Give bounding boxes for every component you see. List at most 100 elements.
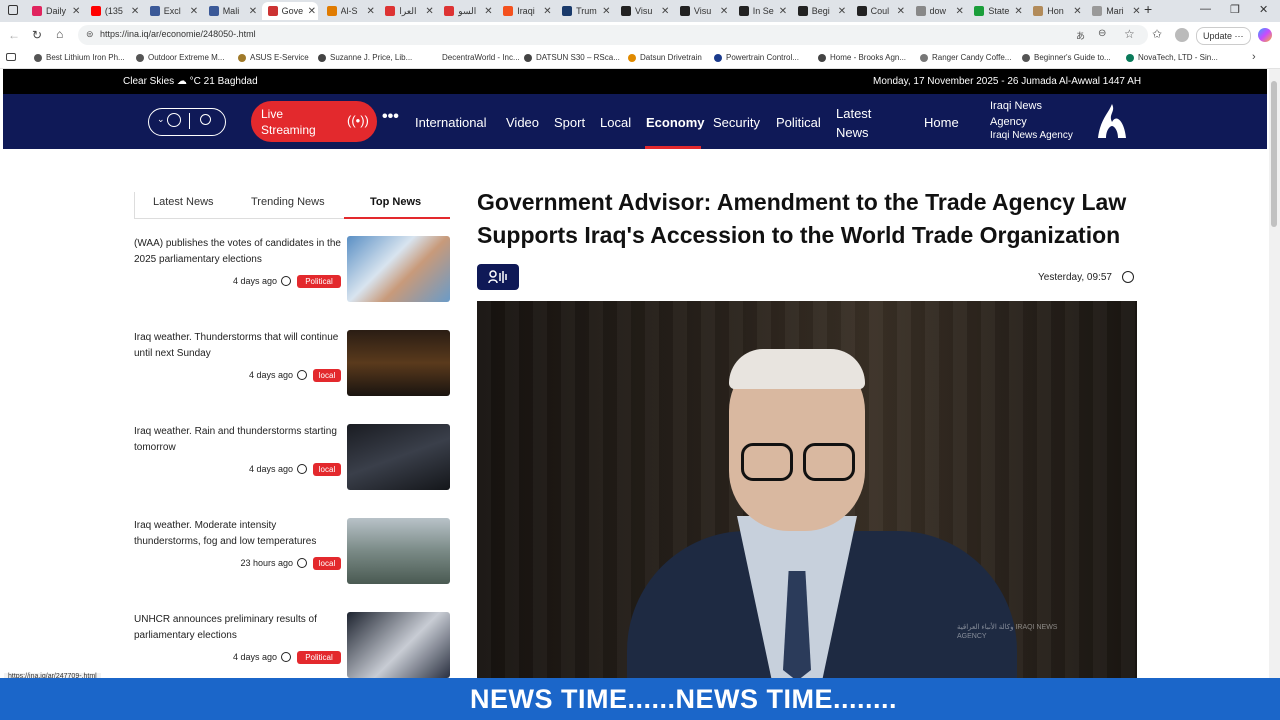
sidebar-item-title[interactable]: Iraq weather. Thunderstorms that will co… [134,330,344,362]
sidebar-item-title[interactable]: (WAA) publishes the votes of candidates … [134,236,344,268]
tab-close-icon[interactable]: ✕ [1132,6,1140,17]
more-menu-icon[interactable]: ••• [382,108,399,126]
bookmarks-menu-icon[interactable] [6,53,16,61]
chevron-down-icon[interactable]: ⌄ [157,114,165,125]
tab-close-icon[interactable]: ✕ [720,6,728,17]
search-language-pill[interactable]: ⌄ [148,108,226,136]
url-text[interactable]: https://ina.iq/ar/economie/248050-.html [100,29,256,39]
tab-close-icon[interactable]: ✕ [838,6,846,17]
nav-video[interactable]: Video [506,115,539,130]
category-badge[interactable]: local [313,557,341,570]
nav-economy[interactable]: Economy [646,115,705,130]
bookmark-item[interactable]: NovaTech, LTD - Sin... [1126,53,1218,62]
reader-icon[interactable]: ⊖ [1098,28,1106,39]
tab-close-icon[interactable]: ✕ [249,6,257,17]
site-logo[interactable] [1094,102,1130,142]
sidebar-item-thumbnail[interactable] [347,612,450,678]
browser-tab[interactable]: Trum ✕ [556,2,613,20]
tab-close-icon[interactable]: ✕ [190,6,198,17]
browser-tab[interactable]: State ✕ [968,2,1025,20]
browser-tab[interactable]: Gove ✕ [261,2,319,20]
category-badge[interactable]: local [313,463,341,476]
browser-tab[interactable]: Visu ✕ [615,2,672,20]
browser-tab[interactable]: (135 ✕ [85,2,142,20]
category-badge[interactable]: Political [297,275,341,288]
home-icon[interactable]: ⌂ [56,27,63,41]
bookmark-item[interactable]: Outdoor Extreme M... [136,53,224,62]
browser-tab[interactable]: Coul ✕ [851,2,908,20]
tab-close-icon[interactable]: ✕ [484,6,492,17]
nav-local[interactable]: Local [600,115,631,130]
browser-tab[interactable]: Visu ✕ [674,2,731,20]
browser-tab[interactable]: العرا ✕ [379,2,436,20]
nav-security[interactable]: Security [713,115,760,130]
tab-close-icon[interactable]: ✕ [367,6,375,17]
sidebar-item-title[interactable]: Iraq weather. Rain and thunderstorms sta… [134,424,344,456]
browser-tab[interactable]: In Se ✕ [733,2,790,20]
live-streaming-button[interactable]: Live Streaming ((•)) [251,101,377,142]
listen-button[interactable] [477,264,519,290]
site-info-icon[interactable]: ⊜ [86,29,94,40]
tab-close-icon[interactable]: ✕ [308,6,316,17]
bookmarks-overflow-icon[interactable]: › [1252,51,1256,63]
browser-tab[interactable]: Hon ✕ [1027,2,1084,20]
tab-close-icon[interactable]: ✕ [1073,6,1081,17]
copilot-icon[interactable] [1258,28,1272,42]
bookmark-item[interactable]: Ranger Candy Coffe... [920,53,1011,62]
sidebar-item-thumbnail[interactable] [347,330,450,396]
update-button[interactable]: Update ⋯ [1196,27,1251,45]
translate-icon[interactable]: あ [1076,29,1085,42]
tab-close-icon[interactable]: ✕ [779,6,787,17]
favorites-icon[interactable]: ✩ [1152,27,1162,41]
new-tab-icon[interactable]: + [1144,1,1152,17]
nav-sport[interactable]: Sport [554,115,585,130]
browser-tab[interactable]: Iraqi ✕ [497,2,554,20]
brand-name[interactable]: Iraqi News Agency [990,98,1070,130]
bookmark-item[interactable]: Suzanne J. Price, Lib... [318,53,412,62]
sidebar-item-thumbnail[interactable] [347,424,450,490]
restore-icon[interactable]: ❐ [1230,3,1240,16]
sidebar-item-title[interactable]: Iraq weather. Moderate intensity thunder… [134,518,344,550]
nav-international[interactable]: International [415,115,487,130]
bookmark-item[interactable]: Powertrain Control... [714,53,799,62]
bookmark-item[interactable]: DecentraWorld - Inc... [430,53,520,62]
sidebar-tab-top-news[interactable]: Top News [370,196,421,208]
tab-close-icon[interactable]: ✕ [897,6,905,17]
search-icon[interactable] [200,114,211,125]
bookmark-item[interactable]: ASUS E-Service [238,53,309,62]
bookmark-item[interactable]: DATSUN S30 – RSca... [524,53,620,62]
browser-tab[interactable]: Daily ✕ [26,2,83,20]
nav-latest-news[interactable]: Latest News [836,104,882,142]
tab-close-icon[interactable]: ✕ [1014,6,1022,17]
browser-tab[interactable]: Mari ✕ [1086,2,1143,20]
favorite-star-icon[interactable]: ☆ [1124,27,1135,41]
browser-tab[interactable]: Mali ✕ [203,2,260,20]
tab-close-icon[interactable]: ✕ [131,6,139,17]
browser-tab[interactable]: Begi ✕ [792,2,849,20]
bookmark-item[interactable]: Datsun Drivetrain [628,53,702,62]
close-window-icon[interactable]: ✕ [1259,3,1268,16]
browser-tab[interactable]: Al-S ✕ [321,2,378,20]
page-scrollbar[interactable] [1269,69,1280,678]
tab-close-icon[interactable]: ✕ [602,6,610,17]
sidebar-item-title[interactable]: UNHCR announces preliminary results of p… [134,612,344,644]
browser-tab[interactable]: السو ✕ [438,2,495,20]
browser-tab[interactable]: Excl ✕ [144,2,201,20]
tab-close-icon[interactable]: ✕ [661,6,669,17]
tab-actions-icon[interactable] [8,5,18,15]
category-badge[interactable]: local [313,369,341,382]
tab-close-icon[interactable]: ✕ [72,6,80,17]
sidebar-tab-latest-news[interactable]: Latest News [153,196,214,208]
sidebar-item-thumbnail[interactable] [347,518,450,584]
tab-close-icon[interactable]: ✕ [425,6,433,17]
profile-avatar[interactable] [1175,28,1189,42]
sidebar-tab-trending-news[interactable]: Trending News [251,196,325,208]
category-badge[interactable]: Political [297,651,341,664]
back-icon[interactable]: ← [8,28,20,42]
tab-close-icon[interactable]: ✕ [956,6,964,17]
nav-home[interactable]: Home [924,115,959,130]
bookmark-item[interactable]: Home - Brooks Agn... [818,53,906,62]
globe-icon[interactable] [167,113,181,127]
bookmark-item[interactable]: Best Lithium Iron Ph... [34,53,125,62]
refresh-icon[interactable]: ↻ [32,28,42,42]
